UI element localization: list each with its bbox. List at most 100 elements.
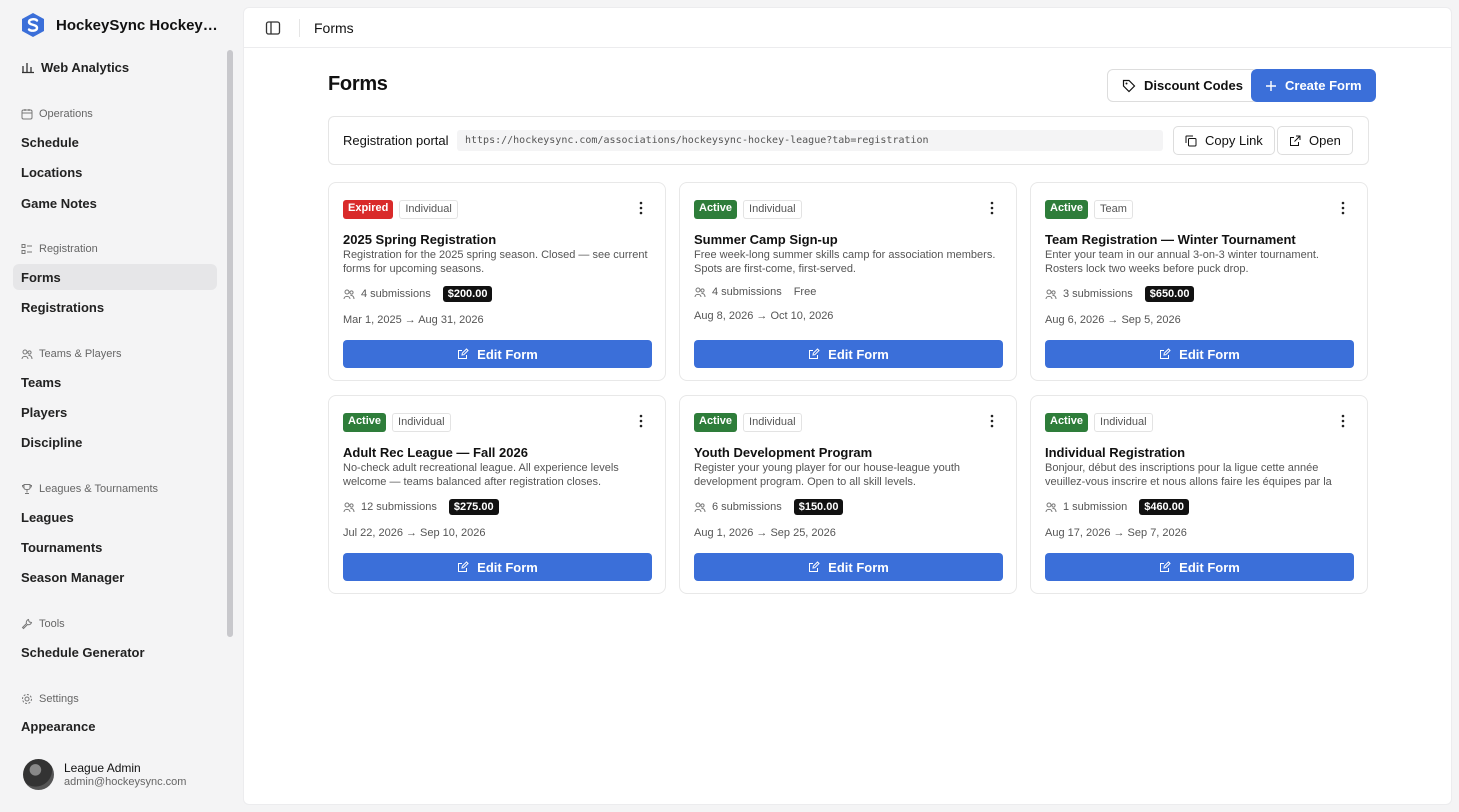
- price-badge: $150.00: [793, 499, 844, 515]
- form-description: Registration for the 2025 spring season.…: [343, 249, 648, 275]
- sidebar-item-tournaments[interactable]: Tournaments: [13, 534, 217, 560]
- form-meta: 12 submissions $275.00: [343, 499, 499, 515]
- price-badge: $460.00: [1139, 499, 1189, 515]
- sidebar-item-label: Season Manager: [21, 569, 125, 585]
- sidebar-scrollbar[interactable]: [227, 50, 233, 637]
- type-badge: Individual: [743, 413, 802, 432]
- sidebar-item-label: Forms: [21, 269, 61, 285]
- form-dates: Aug 1, 2026 → Sep 25, 2026: [694, 527, 836, 539]
- edit-form-button[interactable]: Edit Form: [694, 553, 1003, 581]
- sidebar-toggle-icon[interactable]: [265, 20, 281, 36]
- sidebar-item-appearance[interactable]: Appearance: [13, 713, 217, 739]
- edit-icon: [1160, 561, 1171, 572]
- app-logo-icon: [22, 13, 44, 37]
- more-options-icon[interactable]: [1337, 414, 1349, 428]
- form-badges: Expired Individual: [343, 200, 458, 219]
- open-portal-button[interactable]: Open: [1277, 126, 1353, 155]
- more-options-icon[interactable]: [986, 414, 998, 428]
- sidebar-item-players[interactable]: Players: [13, 399, 217, 425]
- section-label: Registration: [39, 243, 98, 255]
- edit-form-label: Edit Form: [477, 559, 538, 575]
- create-form-button[interactable]: Create Form: [1251, 69, 1376, 102]
- user-menu[interactable]: League Admin admin@hockeysync.com: [23, 759, 186, 790]
- form-title: Adult Rec League — Fall 2026: [343, 445, 528, 460]
- form-badges: Active Team: [1045, 200, 1133, 219]
- edit-form-button[interactable]: Edit Form: [343, 553, 652, 581]
- form-description: Free week-long summer skills camp for as…: [694, 249, 996, 275]
- price-badge: Free: [793, 286, 817, 298]
- sidebar-item-locations[interactable]: Locations: [13, 159, 217, 185]
- edit-form-label: Edit Form: [828, 346, 889, 362]
- more-options-icon[interactable]: [986, 201, 998, 215]
- status-badge: Active: [694, 413, 738, 432]
- form-title: Team Registration — Winter Tournament: [1045, 232, 1296, 247]
- section-tools: Tools: [21, 618, 65, 630]
- form-title: Individual Registration: [1045, 445, 1186, 460]
- edit-icon: [458, 561, 469, 572]
- edit-form-label: Edit Form: [828, 559, 889, 575]
- avatar: [23, 759, 54, 790]
- form-meta: 4 submissions $200.00: [343, 286, 493, 302]
- form-description: Bonjour, début des inscriptions pour la …: [1045, 462, 1332, 488]
- type-badge: Individual: [392, 413, 451, 432]
- form-description: Register your young player for our house…: [694, 462, 960, 488]
- discount-codes-button[interactable]: Discount Codes: [1107, 69, 1258, 102]
- sidebar-item-label: Locations: [21, 164, 83, 180]
- sidebar-item-game-notes[interactable]: Game Notes: [13, 190, 217, 216]
- sidebar-item-teams[interactable]: Teams: [13, 369, 217, 395]
- form-dates: Mar 1, 2025 → Aug 31, 2026: [343, 314, 484, 326]
- section-label: Tools: [39, 618, 65, 630]
- submission-count: 4 submissions: [361, 288, 431, 300]
- sidebar-item-forms[interactable]: Forms: [13, 264, 217, 290]
- users-icon: [1045, 289, 1057, 300]
- edit-form-button[interactable]: Edit Form: [694, 340, 1003, 368]
- copy-link-button[interactable]: Copy Link: [1173, 126, 1275, 155]
- section-registration: Registration: [21, 243, 98, 255]
- sidebar-item-web-analytics[interactable]: Web Analytics: [13, 54, 217, 80]
- form-description: No-check adult recreational league. All …: [343, 462, 619, 488]
- edit-icon: [1160, 348, 1171, 359]
- status-badge: Active: [1045, 413, 1089, 432]
- form-dates: Aug 6, 2026 → Sep 5, 2026: [1045, 314, 1181, 326]
- submission-count: 3 submissions: [1063, 288, 1133, 300]
- type-badge: Individual: [399, 200, 458, 219]
- sidebar-item-label: Schedule: [21, 134, 79, 150]
- submission-count: 4 submissions: [712, 286, 782, 298]
- form-card: Active Individual Summer Camp Sign-up Fr…: [679, 182, 1017, 381]
- user-email: admin@hockeysync.com: [64, 776, 187, 788]
- section-operations: Operations: [21, 108, 93, 120]
- form-badges: Active Individual: [694, 200, 802, 219]
- divider: [299, 18, 300, 37]
- sidebar-item-label: Teams: [21, 374, 62, 390]
- status-badge: Active: [694, 200, 738, 219]
- main-panel: Forms Forms Discount Codes Create Form R…: [243, 7, 1452, 805]
- sidebar-item-label: Players: [21, 404, 68, 420]
- portal-label: Registration portal: [343, 133, 449, 148]
- sidebar-item-schedule[interactable]: Schedule: [13, 129, 217, 155]
- edit-form-button[interactable]: Edit Form: [343, 340, 652, 368]
- calendar-icon: [21, 109, 33, 120]
- page-title: Forms: [328, 73, 388, 95]
- brand[interactable]: HockeySync Hockey Le...: [20, 12, 218, 38]
- more-options-icon[interactable]: [1337, 201, 1349, 215]
- price-badge: $275.00: [448, 499, 499, 515]
- form-meta: 3 submissions $650.00: [1045, 286, 1195, 302]
- edit-form-button[interactable]: Edit Form: [1045, 340, 1354, 368]
- portal-url[interactable]: https://hockeysync.com/associations/hock…: [457, 130, 1163, 151]
- form-card: Active Individual Youth Development Prog…: [679, 395, 1017, 594]
- sidebar-item-leagues[interactable]: Leagues: [13, 504, 217, 530]
- edit-form-button[interactable]: Edit Form: [1045, 553, 1354, 581]
- edit-icon: [809, 561, 820, 572]
- form-title: Youth Development Program: [694, 445, 873, 460]
- sidebar-item-season-manager[interactable]: Season Manager: [13, 564, 217, 590]
- sidebar-item-label: Leagues: [21, 509, 74, 525]
- sidebar-item-registrations[interactable]: Registrations: [13, 294, 217, 320]
- form-dates: Aug 8, 2026 → Oct 10, 2026: [694, 310, 834, 322]
- users-icon: [694, 287, 706, 298]
- more-options-icon[interactable]: [635, 414, 647, 428]
- more-options-icon[interactable]: [635, 201, 647, 215]
- section-leagues-tournaments: Leagues & Tournaments: [21, 483, 158, 495]
- sidebar-item-schedule-generator[interactable]: Schedule Generator: [13, 639, 217, 665]
- sidebar-item-discipline[interactable]: Discipline: [13, 429, 217, 455]
- form-meta: 6 submissions $150.00: [694, 499, 844, 515]
